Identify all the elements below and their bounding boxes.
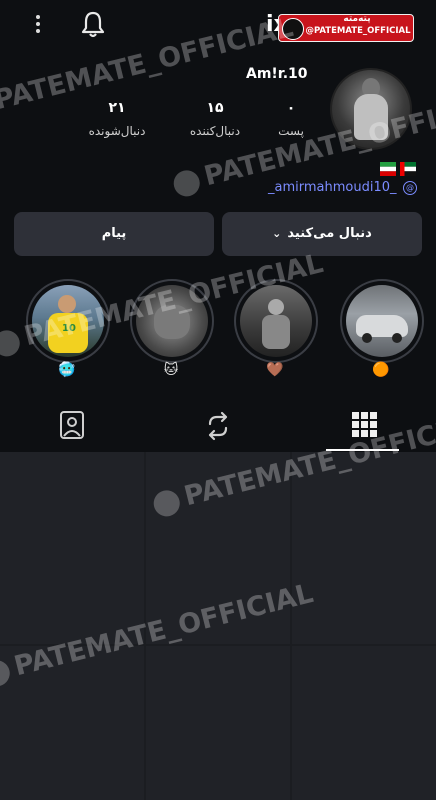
stat-followers[interactable]: ۱۵ دنبال‌کننده xyxy=(170,100,260,138)
highlight-car-emoji: 🟠 xyxy=(372,362,390,378)
stat-following-label: دنبال‌شونده xyxy=(88,124,146,138)
tagged-tab-icon[interactable] xyxy=(52,408,92,444)
telegram-icon xyxy=(150,487,183,519)
highlight-car[interactable] xyxy=(340,279,424,363)
grid-cell[interactable] xyxy=(292,646,436,800)
highlight-fitness-emoji: 🐱 xyxy=(163,362,179,378)
telegram-icon xyxy=(0,657,13,689)
telegram-icon xyxy=(170,167,203,199)
brand-en-title: @PATEMATE_OFFICIAL xyxy=(305,26,411,36)
iran-flag-icon xyxy=(380,162,396,176)
chevron-down-icon: ⌄ xyxy=(272,227,282,240)
profile-name: Am!r.10 xyxy=(246,66,308,82)
grid-cell[interactable] xyxy=(146,646,290,800)
reposts-tab-icon[interactable] xyxy=(198,408,238,444)
telegram-icon xyxy=(0,327,23,359)
following-button-label: دنبال می‌کنید xyxy=(287,226,372,241)
flags xyxy=(380,162,418,178)
threads-icon[interactable]: @ xyxy=(403,181,417,195)
stat-following-value: ۲۱ xyxy=(108,100,126,116)
message-button-label: پیام xyxy=(101,226,127,241)
stat-followers-label: دنبال‌کننده xyxy=(189,124,241,138)
following-button[interactable]: ⌄ دنبال می‌کنید xyxy=(222,212,422,256)
brand-fa-title: پته‌مته xyxy=(343,14,371,24)
threads-handle[interactable]: _amirmahmoudi10_ xyxy=(268,180,397,195)
highlight-footballer-emoji: 🥶 xyxy=(58,362,76,378)
stat-following[interactable]: ۲۱ دنبال‌شونده xyxy=(72,100,162,138)
highlight-person-emoji: 🤎 xyxy=(266,362,284,378)
grid-cell[interactable] xyxy=(0,452,144,644)
uae-flag-icon xyxy=(400,162,416,176)
stat-followers-value: ۱۵ xyxy=(206,100,224,116)
message-button[interactable]: پیام xyxy=(14,212,214,256)
brand-badge: پته‌مته @PATEMATE_OFFICIAL xyxy=(278,14,414,42)
more-options-icon[interactable] xyxy=(30,12,46,36)
bell-icon[interactable] xyxy=(80,10,106,38)
